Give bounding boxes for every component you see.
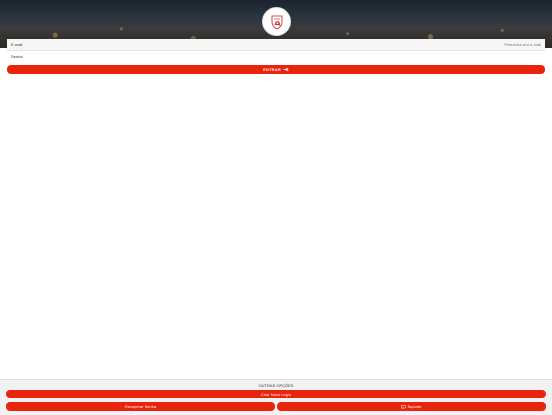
app-logo: [262, 7, 291, 36]
shield-crest-logo-icon: [271, 15, 282, 29]
email-field[interactable]: [421, 42, 541, 47]
email-row: E-mail: [7, 39, 545, 51]
login-form: E-mail Senha: [7, 38, 545, 62]
email-label: E-mail: [11, 42, 23, 47]
recover-password-button[interactable]: Recuperar Senha: [6, 402, 275, 411]
password-field[interactable]: [421, 54, 541, 59]
support-button[interactable]: Suporte: [277, 402, 546, 411]
chat-icon: [401, 404, 407, 409]
support-label: Suporte: [407, 404, 422, 409]
footer-title: OUTRAS OPÇÕES: [258, 383, 294, 388]
new-user-label: Criar Novo Login: [260, 391, 291, 397]
login-arrow-icon: [283, 67, 289, 72]
recover-password-label: Recuperar Senha: [124, 404, 157, 409]
login-button-label: ENTRAR: [263, 67, 281, 72]
new-user-button[interactable]: Criar Novo Login: [6, 390, 546, 398]
footer-options: OUTRAS OPÇÕES Criar Novo Login Recuperar…: [0, 379, 552, 415]
password-label: Senha: [11, 54, 23, 59]
login-button[interactable]: ENTRAR: [7, 65, 545, 74]
password-row: Senha: [7, 51, 545, 62]
